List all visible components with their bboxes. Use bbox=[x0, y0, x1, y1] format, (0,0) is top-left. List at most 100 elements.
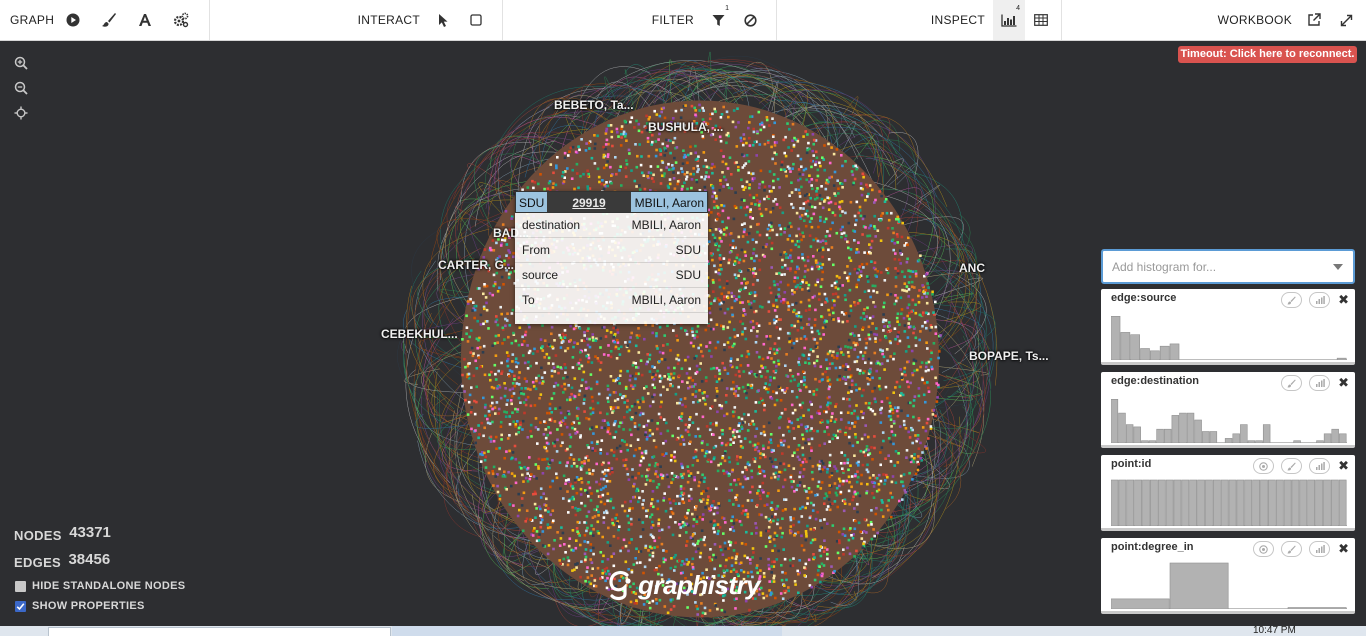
timeout-reconnect-button[interactable]: Timeout: Click here to reconnect. bbox=[1178, 46, 1357, 63]
zoom-out-icon[interactable] bbox=[12, 79, 30, 97]
histogram-bar[interactable] bbox=[1126, 479, 1135, 526]
histogram-bar[interactable] bbox=[1338, 479, 1347, 526]
histogram-icon[interactable] bbox=[1309, 541, 1330, 557]
histogram-bar[interactable] bbox=[1283, 479, 1292, 526]
histogram-bar[interactable] bbox=[1194, 419, 1202, 443]
histogram-bar[interactable] bbox=[1130, 334, 1140, 360]
center-icon[interactable] bbox=[12, 104, 30, 122]
brush-icon[interactable] bbox=[91, 0, 127, 40]
graph-canvas[interactable]: BEBETO, Ta... BUSHULA, ... BAD... CARTER… bbox=[0, 41, 1366, 626]
fullscreen-icon[interactable] bbox=[1330, 0, 1362, 40]
histogram-bar[interactable] bbox=[1156, 428, 1164, 443]
histogram-bar[interactable] bbox=[1111, 316, 1121, 360]
histogram-bar[interactable] bbox=[1268, 479, 1276, 526]
close-icon[interactable]: ✖ bbox=[1338, 541, 1349, 557]
histogram-bar[interactable] bbox=[1169, 343, 1180, 360]
histogram-bar[interactable] bbox=[1262, 424, 1271, 443]
font-icon[interactable] bbox=[127, 0, 163, 40]
histogram-bar[interactable] bbox=[1118, 479, 1127, 526]
histogram-bar[interactable] bbox=[1120, 332, 1131, 360]
brush-icon[interactable] bbox=[1281, 375, 1302, 391]
histogram-bar[interactable] bbox=[1165, 479, 1174, 526]
histogram-bar[interactable] bbox=[1111, 479, 1119, 526]
histogram-bar[interactable] bbox=[1307, 479, 1316, 526]
histogram-bar[interactable] bbox=[1330, 479, 1339, 526]
histogram-bar[interactable] bbox=[1315, 479, 1323, 526]
hide-standalone-toggle[interactable]: HIDE STANDALONE NODES bbox=[15, 580, 185, 592]
histogram-bar[interactable] bbox=[1205, 479, 1213, 526]
histogram-bar[interactable] bbox=[1133, 426, 1141, 443]
taskbar-search[interactable] bbox=[48, 627, 391, 636]
histogram-bar[interactable] bbox=[1163, 428, 1172, 443]
histogram-bar[interactable] bbox=[1134, 479, 1142, 526]
histogram-bar[interactable] bbox=[1323, 479, 1331, 526]
histogram-bar[interactable] bbox=[1260, 479, 1268, 526]
play-icon[interactable] bbox=[54, 0, 90, 40]
histogram-bar[interactable] bbox=[1220, 479, 1229, 526]
histogram-icon[interactable] bbox=[1309, 375, 1330, 391]
histogram-bar[interactable] bbox=[1171, 415, 1180, 443]
funnel-icon[interactable]: 1 bbox=[702, 0, 734, 40]
histogram-bar[interactable] bbox=[1209, 431, 1218, 444]
histogram-bar[interactable] bbox=[1228, 479, 1237, 526]
histogram-bar[interactable] bbox=[1197, 479, 1205, 526]
zoom-in-icon[interactable] bbox=[12, 54, 30, 72]
taskbar-apps[interactable] bbox=[392, 626, 782, 636]
histogram-bar[interactable] bbox=[1140, 348, 1150, 361]
histogram-bar[interactable] bbox=[1323, 433, 1332, 443]
histogram-bar[interactable] bbox=[1159, 345, 1170, 360]
histogram-bar[interactable] bbox=[1339, 433, 1347, 443]
histogram-bar[interactable] bbox=[1189, 479, 1198, 526]
histogram-bar[interactable] bbox=[1336, 357, 1347, 360]
histogram-bar[interactable] bbox=[1118, 412, 1126, 443]
close-icon[interactable]: ✖ bbox=[1338, 375, 1349, 391]
checkbox[interactable] bbox=[15, 600, 26, 612]
show-properties-toggle[interactable]: SHOW PROPERTIES bbox=[15, 600, 145, 612]
histogram-bar[interactable] bbox=[1291, 479, 1300, 526]
histogram-bar[interactable] bbox=[1186, 412, 1195, 443]
histogram-chart[interactable] bbox=[1111, 478, 1347, 526]
histogram-search[interactable] bbox=[1101, 249, 1355, 284]
tooltip-edge-id[interactable]: 29919 bbox=[547, 192, 631, 212]
histogram-bar[interactable] bbox=[1255, 440, 1263, 443]
brush-icon[interactable] bbox=[1281, 458, 1302, 474]
histogram-icon[interactable] bbox=[1309, 292, 1330, 308]
histogram-bar[interactable] bbox=[1157, 479, 1166, 526]
histogram-bar[interactable] bbox=[1287, 607, 1347, 610]
pointer-icon[interactable] bbox=[428, 0, 460, 40]
histogram-bar[interactable] bbox=[1240, 424, 1248, 443]
histogram-bar[interactable] bbox=[1173, 479, 1182, 526]
histogram-bar[interactable] bbox=[1331, 428, 1339, 443]
select-box-icon[interactable] bbox=[460, 0, 492, 40]
histogram-bar[interactable] bbox=[1232, 433, 1240, 443]
histogram-bar[interactable] bbox=[1150, 350, 1160, 360]
histogram-bar[interactable] bbox=[1244, 479, 1253, 526]
histogram-bar[interactable] bbox=[1141, 440, 1149, 443]
histogram-bar[interactable] bbox=[1202, 431, 1210, 444]
target-icon[interactable] bbox=[1253, 458, 1274, 474]
external-link-icon[interactable] bbox=[1298, 0, 1330, 40]
histogram-bar[interactable] bbox=[1236, 479, 1245, 526]
histogram-chart[interactable] bbox=[1111, 561, 1347, 609]
histogram-search-input[interactable] bbox=[1112, 259, 1322, 274]
target-icon[interactable] bbox=[1253, 541, 1274, 557]
histogram-bar[interactable] bbox=[1111, 399, 1119, 443]
histogram-bar[interactable] bbox=[1212, 479, 1221, 526]
histogram-icon[interactable]: 4 bbox=[993, 0, 1025, 40]
histogram-bar[interactable] bbox=[1125, 424, 1134, 443]
histogram-bar[interactable] bbox=[1142, 479, 1150, 526]
close-icon[interactable]: ✖ bbox=[1338, 292, 1349, 308]
histogram-bar[interactable] bbox=[1247, 440, 1256, 443]
histogram-bar[interactable] bbox=[1111, 598, 1170, 609]
histogram-bar[interactable] bbox=[1181, 479, 1190, 526]
table-icon[interactable] bbox=[1025, 0, 1057, 40]
gears-icon[interactable] bbox=[163, 0, 199, 40]
histogram-bar[interactable] bbox=[1316, 440, 1324, 443]
histogram-bar[interactable] bbox=[1275, 479, 1284, 526]
histogram-bar[interactable] bbox=[1299, 479, 1308, 526]
histogram-icon[interactable] bbox=[1309, 458, 1330, 474]
histogram-chart[interactable] bbox=[1111, 395, 1347, 443]
exclude-icon[interactable] bbox=[734, 0, 766, 40]
histogram-bar[interactable] bbox=[1148, 440, 1157, 443]
histogram-bar[interactable] bbox=[1150, 479, 1158, 526]
